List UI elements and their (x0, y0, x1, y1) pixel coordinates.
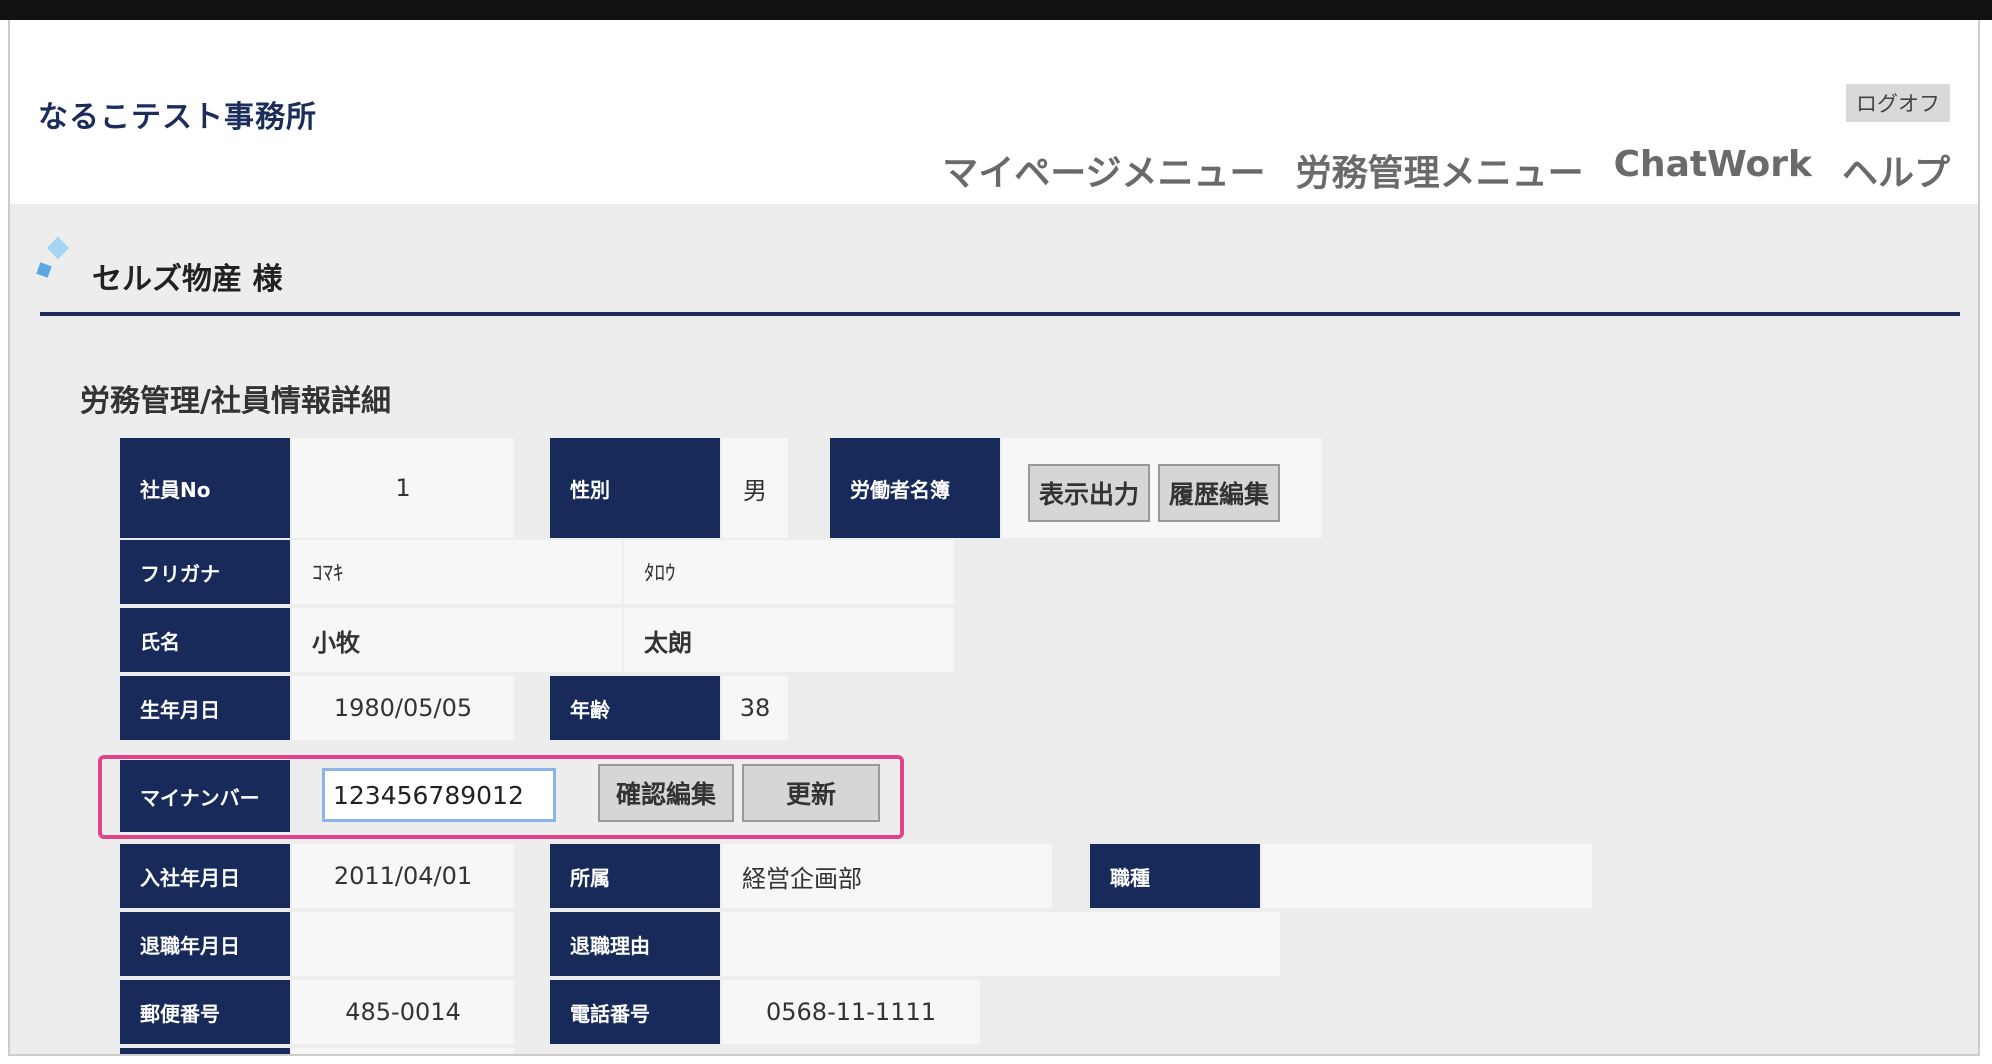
nav-mypage-menu[interactable]: マイページメニュー (942, 144, 1265, 196)
worker-register-label: 労働者名簿 (830, 438, 1000, 538)
birthdate-label: 生年月日 (120, 676, 290, 740)
header: なるこテスト事務所 ログオフ マイページメニュー 労務管理メニュー ChatWo… (10, 20, 1978, 204)
age-value: 38 (722, 676, 788, 740)
postal-code-label: 郵便番号 (120, 980, 290, 1044)
hire-date-label: 入社年月日 (120, 844, 290, 908)
phone-value: 0568-11-1111 (722, 980, 980, 1044)
department-value: 経営企画部 (722, 844, 1052, 908)
name-last-value: 小牧 (292, 608, 622, 672)
my-number-input[interactable] (322, 768, 556, 822)
nav-help[interactable]: ヘルプ (1842, 144, 1950, 196)
window-top-bar (0, 0, 1992, 20)
furigana-last-value: ｺﾏｷ (292, 540, 622, 604)
job-type-label: 職種 (1090, 844, 1260, 908)
section-title: 労務管理/社員情報詳細 (80, 384, 391, 419)
employee-no-value: 1 (292, 438, 514, 538)
page-frame: なるこテスト事務所 ログオフ マイページメニュー 労務管理メニュー ChatWo… (8, 20, 1980, 1056)
nav-labor-menu[interactable]: 労務管理メニュー (1296, 144, 1584, 196)
gender-label: 性別 (550, 438, 720, 538)
retire-reason-value (722, 912, 1280, 976)
retire-date-value (292, 912, 514, 976)
department-label: 所属 (550, 844, 720, 908)
name-label: 氏名 (120, 608, 290, 672)
diamond-icon (36, 236, 70, 278)
furigana-label: フリガナ (120, 540, 290, 604)
employee-no-label: 社員No (120, 438, 290, 538)
birthdate-value: 1980/05/05 (292, 676, 514, 740)
name-first-value: 太朗 (624, 608, 954, 672)
nav-chatwork[interactable]: ChatWork (1614, 144, 1812, 196)
retire-reason-label: 退職理由 (550, 912, 720, 976)
main-content: セルズ物産 様 労務管理/社員情報詳細 社員No 1 性別 男 労働者名簿 表示… (10, 204, 1978, 1054)
postal-code-value: 485-0014 (292, 980, 514, 1044)
main-nav: マイページメニュー 労務管理メニュー ChatWork ヘルプ (942, 144, 1950, 196)
office-name: なるこテスト事務所 (38, 100, 317, 135)
divider (40, 312, 1960, 316)
history-edit-button[interactable]: 履歴編集 (1158, 464, 1280, 522)
retire-date-label: 退職年月日 (120, 912, 290, 976)
next-row-label (120, 1048, 290, 1054)
confirm-edit-button[interactable]: 確認編集 (598, 764, 734, 822)
furigana-first-value: ﾀﾛｳ (624, 540, 954, 604)
gender-value: 男 (722, 438, 788, 538)
my-number-label: マイナンバー (120, 760, 290, 832)
update-button[interactable]: 更新 (742, 764, 880, 822)
hire-date-value: 2011/04/01 (292, 844, 514, 908)
display-output-button[interactable]: 表示出力 (1028, 464, 1150, 522)
age-label: 年齢 (550, 676, 720, 740)
job-type-value (1262, 844, 1592, 908)
next-row-value (292, 1048, 514, 1054)
phone-label: 電話番号 (550, 980, 720, 1044)
logoff-button[interactable]: ログオフ (1846, 84, 1950, 122)
company-name: セルズ物産 様 (92, 262, 283, 297)
